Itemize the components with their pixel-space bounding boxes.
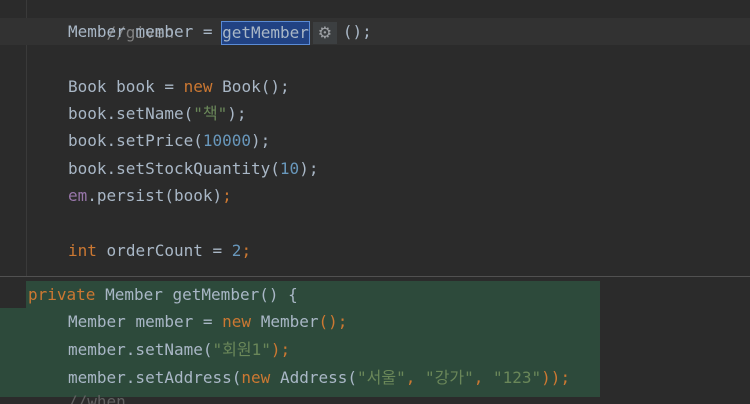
preview-line-setaddress: member.setAddress(new Address("서울", "강가"…	[68, 364, 570, 391]
keyword-private: private	[28, 285, 96, 304]
operator: =	[202, 22, 213, 41]
constructor-name: Member	[260, 312, 319, 331]
return-type: Member	[105, 285, 163, 304]
preview-line-member-decl: Member member = new Member();	[68, 308, 347, 335]
constructor-name: Address(	[279, 368, 357, 387]
operator: =	[212, 241, 223, 260]
number-literal: 2	[231, 241, 242, 260]
statement-end: ;	[241, 241, 252, 260]
constructor-name: Book	[222, 77, 261, 96]
code-line-comment[interactable]: //given	[68, 0, 174, 42]
code-line-book-decl[interactable]: Book book = new Book();	[68, 73, 290, 100]
number-arg: 10	[279, 159, 300, 178]
target-var: book	[68, 131, 107, 150]
string-arg-street: "강가"	[425, 368, 474, 387]
field-em: em	[68, 186, 88, 205]
string-arg-zipcode: "123"	[493, 368, 542, 387]
method-call: .setName(	[125, 340, 213, 359]
code-line-ordercount[interactable]: int orderCount = 2;	[68, 237, 251, 264]
code-line-member[interactable]: Member member = getMember ⚙ ();	[68, 18, 372, 45]
code-line-setname[interactable]: book.setName("책");	[68, 100, 247, 127]
variable-name: book	[116, 77, 155, 96]
type-name: Member	[68, 312, 126, 331]
selected-method-name[interactable]: getMember	[221, 20, 310, 45]
statement-end: ;	[222, 186, 232, 205]
gear-icon[interactable]: ⚙	[312, 21, 337, 44]
number-arg: 10000	[202, 131, 252, 150]
target-var: book	[68, 104, 107, 123]
operator: =	[202, 312, 213, 331]
statement-end: );	[299, 159, 319, 178]
type-name: Member	[68, 22, 126, 41]
variable-name: member	[135, 312, 194, 331]
string-arg: "책"	[193, 104, 228, 123]
code-editor[interactable]: //given Member member = getMember ⚙ (); Bo…	[0, 0, 750, 404]
target-var: member	[68, 340, 126, 359]
string-arg-city: "서울"	[357, 368, 406, 387]
statement-end: );	[251, 131, 271, 150]
statement-end: ));	[541, 368, 571, 387]
statement-end: ();	[260, 77, 290, 96]
type-name: Book	[68, 77, 107, 96]
call-parens: ();	[342, 22, 372, 41]
method-call: .setName(	[106, 104, 194, 123]
arg-separator: ,	[405, 368, 416, 387]
preview-line-setname: member.setName("회원1");	[68, 336, 290, 363]
method-call: .setStockQuantity(	[106, 159, 280, 178]
variable-name: orderCount	[106, 241, 203, 260]
keyword-new: new	[222, 312, 252, 331]
keyword-new: new	[241, 368, 271, 387]
statement-end: );	[270, 340, 291, 359]
arg-separator: ,	[473, 368, 484, 387]
method-call: .setAddress(	[125, 368, 242, 387]
extract-method-preview: private Member getMember() { Member memb…	[0, 276, 750, 404]
ghost-comment: //when	[68, 395, 126, 404]
statement-end: ();	[318, 312, 348, 331]
target-var: member	[68, 368, 126, 387]
keyword-new: new	[183, 77, 213, 96]
code-line-persist[interactable]: em.persist(book);	[68, 182, 232, 209]
statement-end: );	[227, 104, 247, 123]
preview-line-signature: private Member getMember() {	[28, 281, 298, 308]
operator: =	[164, 77, 174, 96]
method-signature: getMember() {	[172, 285, 298, 304]
variable-name: member	[135, 22, 194, 41]
method-call: .setPrice(	[106, 131, 203, 150]
code-line-setprice[interactable]: book.setPrice(10000);	[68, 127, 270, 154]
target-var: book	[68, 159, 107, 178]
method-call: .persist(book)	[87, 186, 223, 205]
keyword-int: int	[68, 241, 97, 260]
code-line-setstock[interactable]: book.setStockQuantity(10);	[68, 155, 318, 182]
string-arg: "회원1"	[212, 340, 271, 359]
